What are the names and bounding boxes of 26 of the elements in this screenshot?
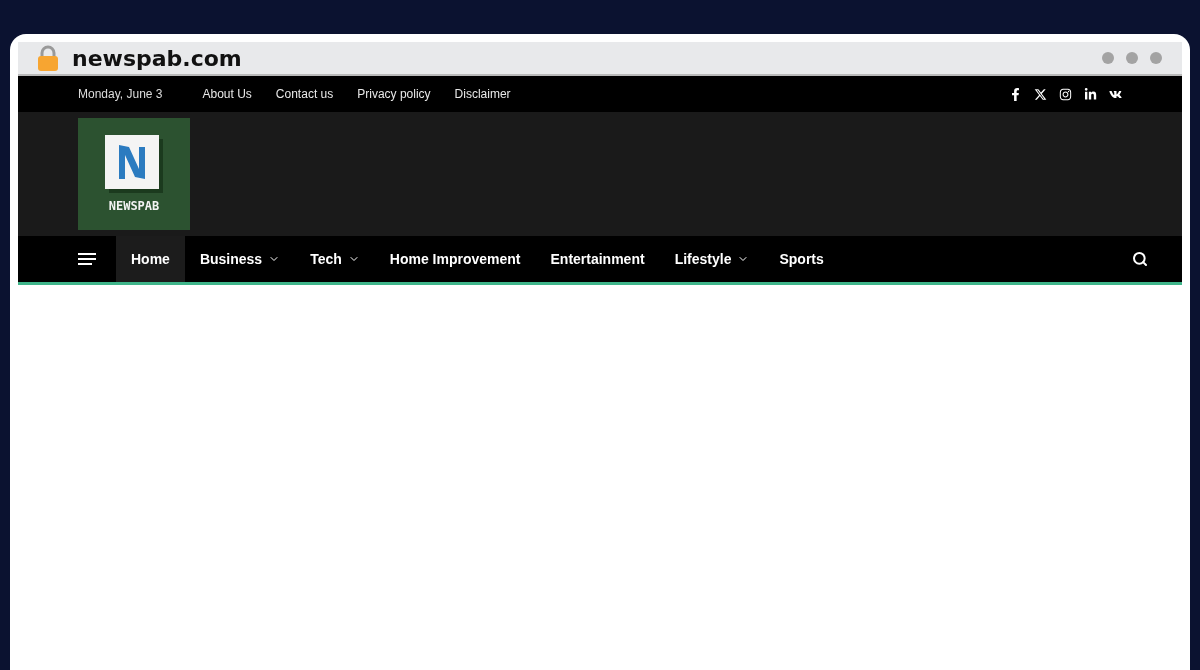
url-text[interactable]: newspab.com [72, 45, 242, 71]
nav-item[interactable]: Home [116, 236, 185, 282]
nav-item[interactable]: Tech [295, 236, 375, 282]
window-dot[interactable] [1150, 52, 1162, 64]
nav-item[interactable]: Lifestyle [659, 236, 765, 282]
top-link[interactable]: About Us [202, 87, 252, 101]
x-icon[interactable] [1034, 87, 1047, 101]
top-link[interactable]: Privacy policy [357, 87, 431, 101]
site-logo[interactable]: NEWSPAB [78, 118, 190, 230]
window-dot[interactable] [1126, 52, 1138, 64]
nav-item[interactable]: Entertainment [535, 236, 660, 282]
nav-item[interactable]: Sports [764, 236, 839, 282]
nav-item[interactable]: Business [184, 236, 296, 282]
menu-icon[interactable] [78, 252, 96, 266]
linkedin-icon[interactable] [1084, 87, 1097, 101]
logo-text: NEWSPAB [108, 199, 160, 213]
nav-item[interactable]: Home Improvement [374, 236, 536, 282]
instagram-icon[interactable] [1059, 87, 1072, 101]
facebook-icon[interactable] [1009, 87, 1022, 101]
top-link[interactable]: Contact us [275, 87, 334, 101]
window-dot[interactable] [1102, 52, 1114, 64]
padlock-icon [38, 45, 58, 71]
top-link[interactable]: Disclaimer [454, 87, 511, 101]
letter-n-logo-icon [105, 135, 163, 193]
date-text: Monday, June 3 [78, 87, 163, 101]
search-icon [1132, 251, 1148, 267]
